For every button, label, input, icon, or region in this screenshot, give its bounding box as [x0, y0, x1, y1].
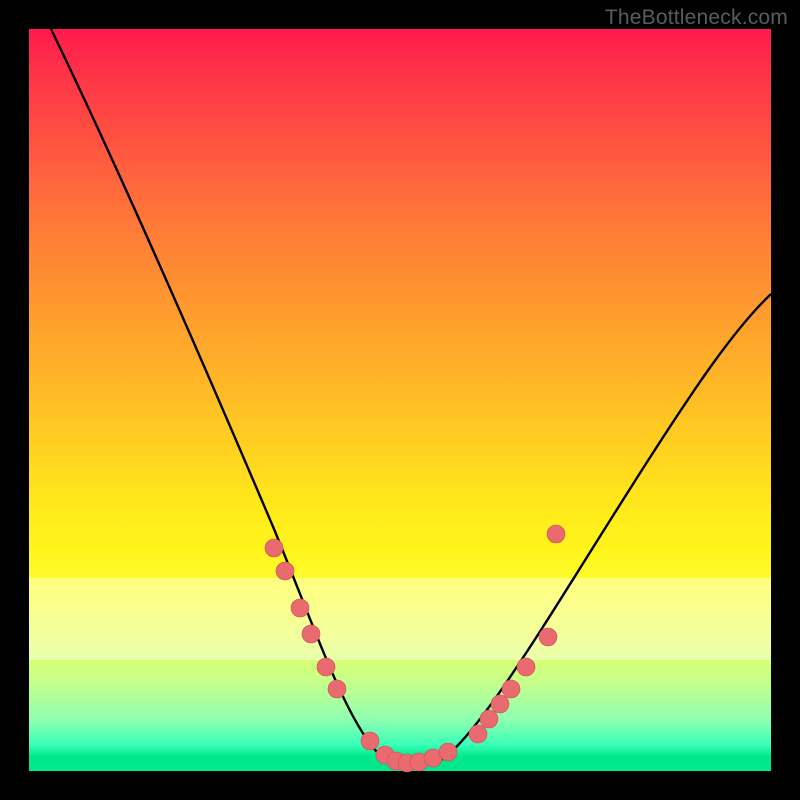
marker-dot: [517, 658, 535, 676]
marker-dot: [265, 539, 283, 557]
marker-dot: [539, 628, 557, 646]
marker-dot: [328, 680, 346, 698]
marker-dot: [276, 562, 294, 580]
curve-layer: [29, 29, 771, 771]
marker-dot: [502, 680, 520, 698]
marker-dot: [317, 658, 335, 676]
marker-dot: [439, 743, 457, 761]
marker-dot: [491, 695, 509, 713]
marker-dot: [547, 525, 565, 543]
chart-frame: TheBottleneck.com: [0, 0, 800, 800]
marker-dot: [361, 732, 379, 750]
marker-dot: [469, 725, 487, 743]
plot-area: [29, 29, 771, 771]
marker-cluster-right: [469, 525, 565, 743]
marker-dot: [480, 710, 498, 728]
marker-dot: [291, 599, 309, 617]
bottleneck-curve: [51, 29, 771, 765]
marker-dot: [302, 625, 320, 643]
watermark-text: TheBottleneck.com: [605, 6, 788, 30]
